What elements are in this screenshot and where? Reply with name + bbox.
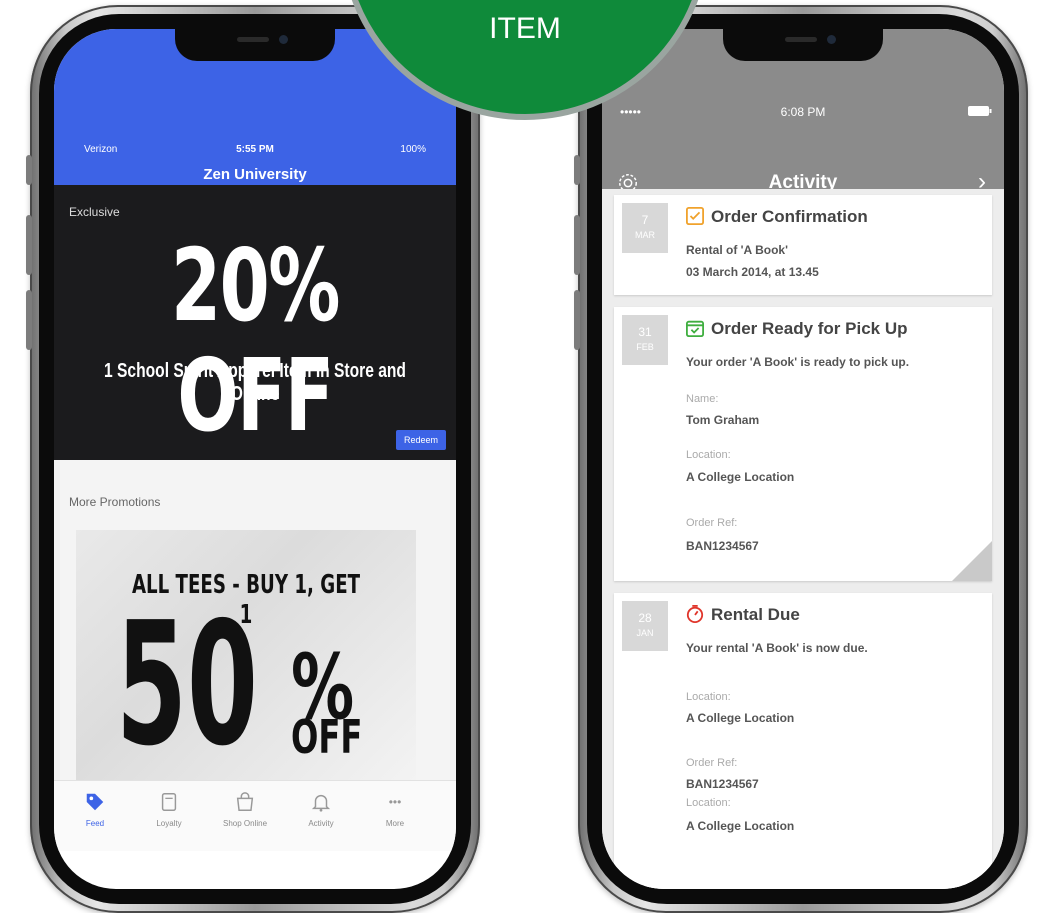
name-value: Tom Graham <box>686 413 760 427</box>
date-day: 28 <box>638 611 652 625</box>
mute-switch <box>26 155 32 185</box>
date-badge: 31 FEB <box>622 315 668 365</box>
location-value: A College Location <box>686 711 795 725</box>
card-line: 03 March 2014, at 13.45 <box>686 265 819 279</box>
promo-eyebrow: Exclusive <box>69 205 120 219</box>
tab-feed[interactable]: Feed <box>60 791 130 828</box>
card-message: Your order 'A Book' is ready to pick up. <box>686 355 910 369</box>
card-title: Order Confirmation <box>686 207 868 227</box>
activity-card[interactable]: 7 MAR Order Confirmation Rental of 'A Bo… <box>614 195 992 295</box>
card-corner-fold <box>952 541 992 581</box>
location-label: Location: <box>686 691 731 703</box>
banner-number: 50 <box>116 586 258 780</box>
date-month: MAR <box>635 230 655 240</box>
status-time: 5:55 PM <box>236 144 274 155</box>
volume-down-button <box>26 290 32 350</box>
status-bar: ••••• 6:08 PM <box>602 105 1004 121</box>
card-message: Your rental 'A Book' is now due. <box>686 641 868 655</box>
volume-down-button <box>574 290 580 350</box>
tab-label: Activity <box>308 819 334 828</box>
order-ref-value: BAN1234567 <box>686 539 759 553</box>
tab-label: Loyalty <box>156 819 182 828</box>
date-badge: 28 JAN <box>622 601 668 651</box>
tab-loyalty[interactable]: Loyalty <box>134 791 204 828</box>
tab-activity[interactable]: Activity <box>286 791 356 828</box>
right-screen: ••••• 6:08 PM Activity › 7 MAR Order Con… <box>602 29 1004 889</box>
card-line: Rental of 'A Book' <box>686 243 788 257</box>
order-ref-label: Order Ref: <box>686 757 738 769</box>
card-icon <box>161 793 177 811</box>
activity-card[interactable]: 28 JAN Rental Due Your rental 'A Book' i… <box>614 593 992 889</box>
redeem-button[interactable]: Redeem <box>395 430 446 450</box>
location-value: A College Location <box>686 819 795 833</box>
volume-up-button <box>26 215 32 275</box>
left-screen: Verizon 5:55 PM 100% Zen University Excl… <box>54 29 456 889</box>
banner-off: OFF <box>291 710 363 764</box>
location-label: Location: <box>686 797 731 809</box>
tab-label: Shop Online <box>222 819 268 828</box>
tab-shop-online[interactable]: Shop Online <box>210 791 280 828</box>
notch <box>723 29 883 61</box>
right-phone: ••••• 6:08 PM Activity › 7 MAR Order Con… <box>574 5 1028 913</box>
mute-switch <box>574 155 580 185</box>
calendar-check-icon <box>686 320 704 337</box>
promo-headline: 20% OFF <box>170 227 340 454</box>
tab-label: More <box>385 819 405 828</box>
order-ref-label: Order Ref: <box>686 517 738 529</box>
card-title: Rental Due <box>686 605 800 625</box>
location-value: A College Location <box>686 470 795 484</box>
status-time: 6:08 PM <box>780 105 826 119</box>
tab-label: Feed <box>85 819 105 828</box>
dots-icon: ••• <box>388 795 402 809</box>
tag-icon <box>86 793 104 811</box>
status-bar: Verizon 5:55 PM 100% <box>54 144 456 160</box>
notch <box>175 29 335 61</box>
battery-icon <box>968 105 992 119</box>
order-ref-value: BAN1234567 <box>686 777 759 791</box>
card-title: Order Ready for Pick Up <box>686 319 908 339</box>
card-title-text: Rental Due <box>711 605 800 624</box>
battery-label: 100% <box>400 144 426 155</box>
more-promotions: More Promotions ALL TEES - BUY 1, GET 1 … <box>54 460 456 780</box>
date-day: 7 <box>641 213 649 227</box>
activity-card[interactable]: 31 FEB Order Ready for Pick Up Your orde… <box>614 307 992 581</box>
promo-subline: 1 School Spirit Apparel Item In Store an… <box>104 360 406 405</box>
volume-up-button <box>574 215 580 275</box>
date-day: 31 <box>638 325 652 339</box>
location-label: Location: <box>686 449 731 461</box>
date-month: JAN <box>636 628 654 638</box>
bell-icon <box>311 794 331 812</box>
tab-more[interactable]: ••• More <box>360 791 430 828</box>
card-title-text: Order Confirmation <box>711 207 868 226</box>
card-title-text: Order Ready for Pick Up <box>711 319 908 338</box>
stopwatch-icon <box>686 605 704 623</box>
checkbox-icon <box>686 207 704 225</box>
tee-promo-banner[interactable]: ALL TEES - BUY 1, GET 1 50 % OFF <box>76 530 416 780</box>
app-title: Zen University <box>203 166 307 183</box>
tab-bar: Feed Loyalty Shop Online Activity ••• Mo… <box>54 780 456 851</box>
name-label: Name: <box>686 393 719 405</box>
left-phone: Verizon 5:55 PM 100% Zen University Excl… <box>26 5 480 913</box>
badge-text: ITEM <box>489 12 561 45</box>
date-month: FEB <box>636 342 654 352</box>
date-badge: 7 MAR <box>622 203 668 253</box>
bag-icon <box>236 792 254 811</box>
promo-card[interactable]: Exclusive 20% OFF 1 School Spirit Appare… <box>54 185 456 460</box>
more-promotions-label: More Promotions <box>69 495 161 509</box>
activity-feed: 7 MAR Order Confirmation Rental of 'A Bo… <box>602 189 1004 889</box>
